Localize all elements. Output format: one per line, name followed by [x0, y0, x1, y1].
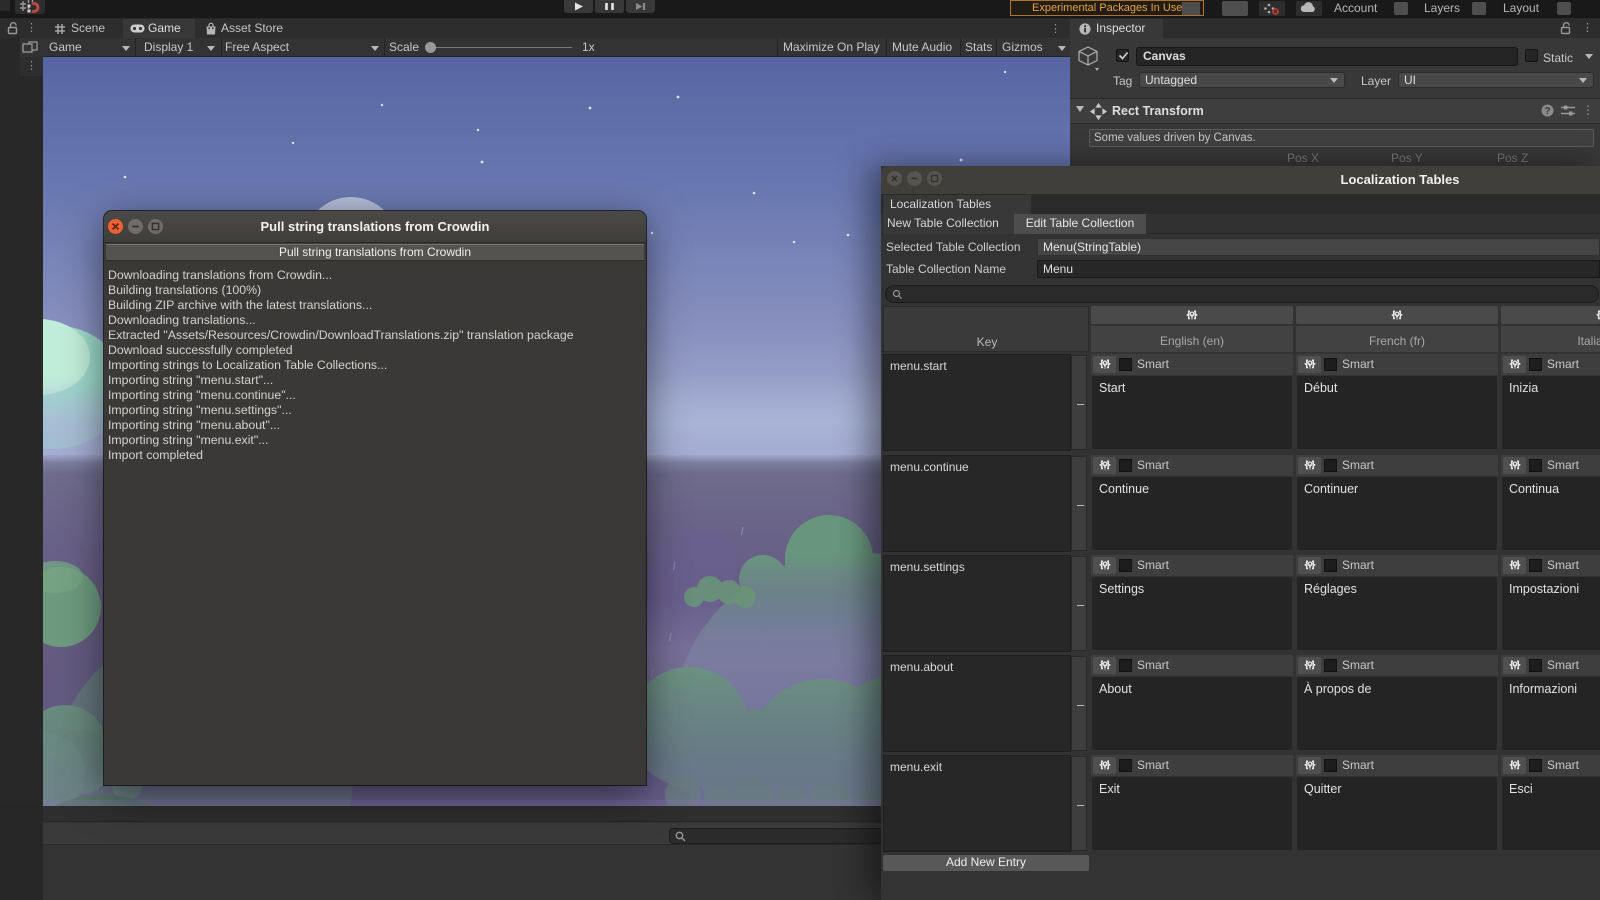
svg-text:?: ?: [1544, 106, 1550, 117]
